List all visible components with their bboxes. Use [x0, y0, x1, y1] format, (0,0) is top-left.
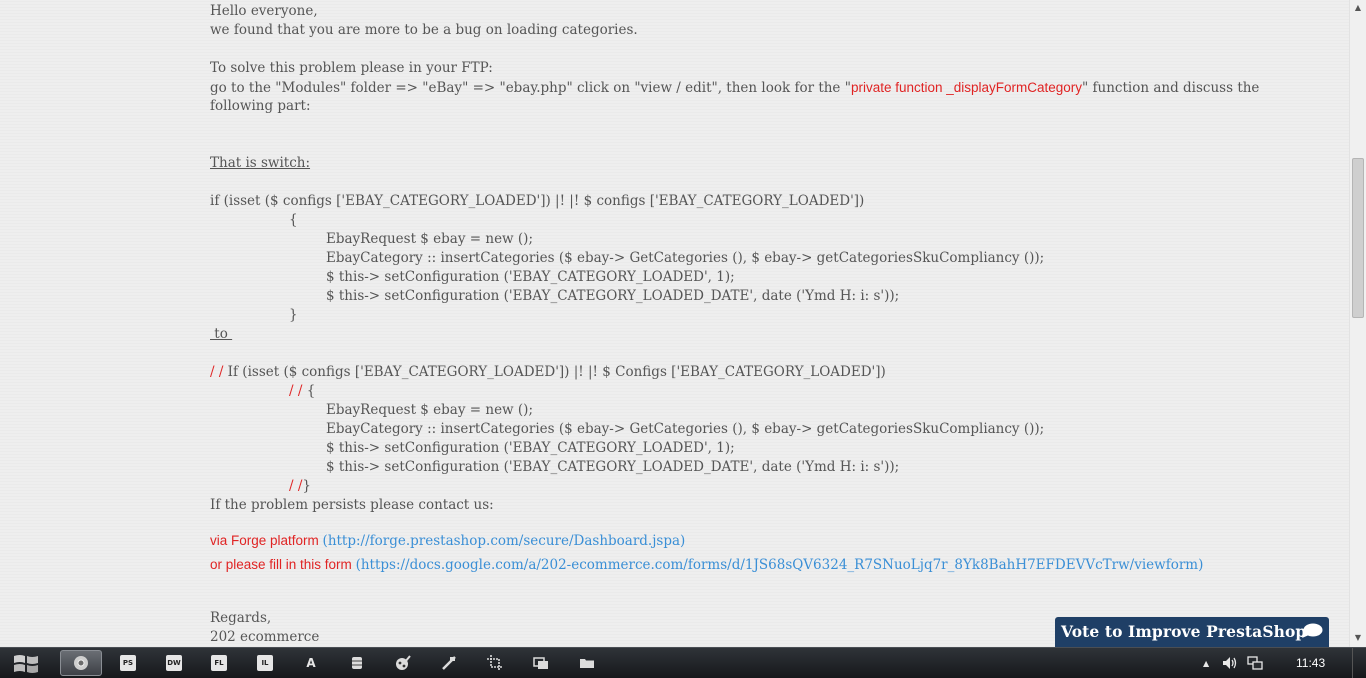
- persist-text: If the problem persists please contact u…: [210, 497, 494, 513]
- page-content: Hello everyone, we found that you are mo…: [0, 0, 1349, 647]
- vote-label: Vote to Improve PrestaShop: [1061, 622, 1307, 641]
- vote-improve-button[interactable]: Vote to Improve PrestaShop: [1055, 617, 1329, 647]
- form-label: or please fill in this form: [210, 557, 356, 572]
- taskbar-dreamweaver[interactable]: DW: [156, 650, 194, 676]
- signature: 202 ecommerce: [210, 629, 320, 645]
- forge-contact: via Forge platform (http://forge.prestas…: [210, 531, 685, 551]
- database-icon: [352, 657, 362, 669]
- paint-icon: [396, 655, 411, 670]
- code-after-if: / / If (isset ($ configs ['EBAY_CATEGORY…: [210, 363, 886, 382]
- windows-start-icon[interactable]: [6, 650, 46, 677]
- code-after-line1: EbayRequest $ ebay = new ();: [326, 402, 533, 418]
- taskbar-app-tools[interactable]: [432, 650, 466, 676]
- instructions: go to the "Modules" folder => "eBay" => …: [210, 78, 1259, 98]
- taskbar-flash[interactable]: FL: [202, 650, 236, 676]
- flash-icon: FL: [211, 655, 227, 671]
- photoshop-icon: PS: [120, 655, 136, 671]
- code-before-if: if (isset ($ configs ['EBAY_CATEGORY_LOA…: [210, 193, 865, 209]
- code-after-open-brace: / / {: [289, 382, 315, 401]
- solve-heading: To solve this problem please in your FTP…: [210, 60, 493, 76]
- taskbar-app-db[interactable]: [340, 650, 374, 676]
- comment-mark-open: / /: [289, 383, 303, 399]
- scroll-thumb[interactable]: [1352, 158, 1364, 318]
- taskbar-app-crop[interactable]: [478, 650, 512, 676]
- code-after-close-brace: / /}: [289, 477, 311, 496]
- form-contact: or please fill in this form (https://doc…: [210, 555, 1203, 575]
- forge-label: via Forge platform: [210, 533, 323, 548]
- windows-icon: [533, 657, 548, 669]
- function-name-highlight: private function _displayFormCategory: [850, 80, 1083, 95]
- scroll-down-icon[interactable]: ▼: [1350, 630, 1366, 646]
- code-before-line4: $ this-> setConfiguration ('EBAY_CATEGOR…: [326, 288, 900, 304]
- open-brace: {: [306, 383, 316, 399]
- code-before-close-brace: }: [289, 307, 298, 323]
- network-icon[interactable]: [1247, 656, 1263, 670]
- code-before-line1: EbayRequest $ ebay = new ();: [326, 231, 533, 247]
- form-link[interactable]: (https://docs.google.com/a/202-ecommerce…: [356, 557, 1204, 573]
- tray-expand-icon[interactable]: ▲: [1203, 659, 1209, 668]
- folder-icon: [580, 659, 594, 668]
- regards: Regards,: [210, 610, 272, 626]
- taskbar-photoshop[interactable]: PS: [110, 650, 148, 676]
- code-after-if-text: If (isset ($ configs ['EBAY_CATEGORY_LOA…: [223, 364, 886, 380]
- instructions-line2: following part:: [210, 98, 311, 114]
- taskbar-chrome[interactable]: [60, 650, 102, 676]
- code-before-open-brace: {: [289, 212, 298, 228]
- instr-part1: go to the "Modules" folder => "eBay" => …: [210, 80, 851, 96]
- taskbar-illustrator[interactable]: IL: [248, 650, 282, 676]
- taskbar-app-folder[interactable]: [570, 650, 604, 676]
- taskbar: PS DW FL IL A ▲ 11:43: [0, 647, 1366, 678]
- show-desktop-button[interactable]: [1352, 648, 1366, 678]
- speech-bubble-icon: [1302, 623, 1323, 638]
- volume-icon[interactable]: [1222, 656, 1238, 670]
- code-after-line2: EbayCategory :: insertCategories ($ ebay…: [326, 421, 1045, 437]
- clock[interactable]: 11:43: [1296, 656, 1325, 670]
- instr-part2: " function and discuss the: [1082, 80, 1260, 96]
- switch-label: That is switch:: [210, 155, 311, 171]
- taskbar-app-paint[interactable]: [386, 650, 420, 676]
- comment-mark: / /: [210, 364, 224, 380]
- tools-icon: [442, 656, 456, 670]
- forge-link[interactable]: (http://forge.prestashop.com/secure/Dash…: [323, 533, 686, 549]
- taskbar-app-a[interactable]: A: [294, 650, 328, 676]
- code-before-line3: $ this-> setConfiguration ('EBAY_CATEGOR…: [326, 269, 735, 285]
- intro-text: we found that you are more to be a bug o…: [210, 22, 638, 38]
- code-after-line4: $ this-> setConfiguration ('EBAY_CATEGOR…: [326, 459, 900, 475]
- code-after-line3: $ this-> setConfiguration ('EBAY_CATEGOR…: [326, 440, 735, 456]
- close-brace: }: [302, 478, 311, 494]
- crop-icon: [487, 655, 503, 671]
- illustrator-icon: IL: [257, 655, 273, 671]
- a-logo-icon: A: [306, 656, 316, 670]
- chrome-icon: [74, 656, 88, 670]
- greeting: Hello everyone,: [210, 3, 318, 19]
- vertical-scrollbar[interactable]: ▲ ▼: [1349, 0, 1366, 647]
- taskbar-app-windows[interactable]: [524, 650, 558, 676]
- comment-mark-close: / /: [289, 478, 303, 494]
- to-label: to: [210, 326, 233, 342]
- scroll-up-icon[interactable]: ▲: [1350, 0, 1366, 16]
- dreamweaver-icon: DW: [166, 655, 182, 671]
- code-before-line2: EbayCategory :: insertCategories ($ ebay…: [326, 250, 1045, 266]
